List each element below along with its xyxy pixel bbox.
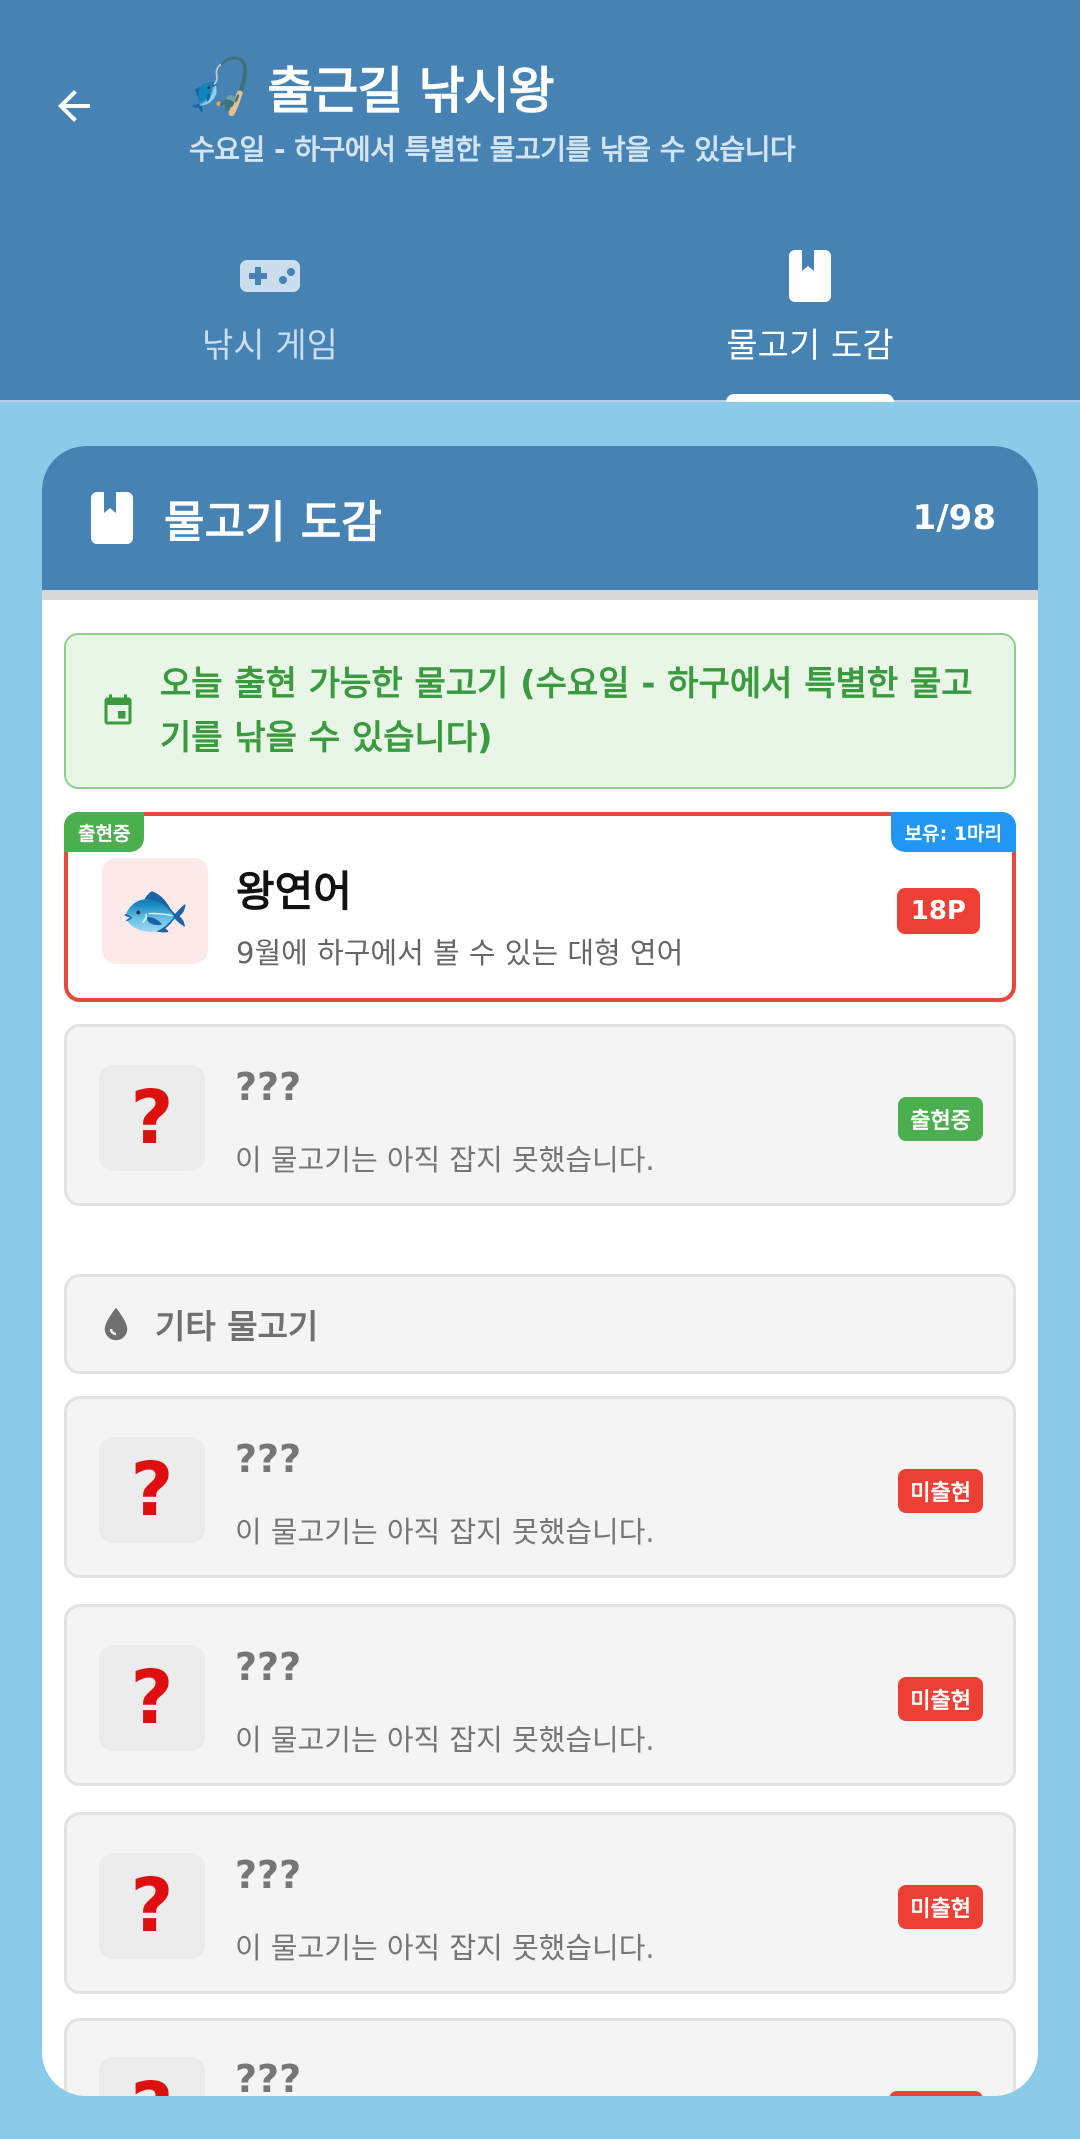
active-tab-indicator — [726, 394, 894, 402]
question-mark-icon: ? — [99, 1437, 205, 1543]
appearing-tag: 출현중 — [64, 812, 145, 852]
bookmark-icon — [788, 246, 832, 306]
fish-name: ??? — [235, 1437, 302, 1481]
water-drop-icon — [101, 1306, 131, 1342]
tab-fishing-game-label: 낚시 게임 — [202, 326, 338, 366]
fish-card-unknown[interactable]: ? ??? 이 물고기는 아직 잡지 못했습니다. 미출현 — [64, 1812, 1016, 1994]
arrow-left-icon — [58, 90, 90, 122]
status-badge: 미출현 — [898, 1885, 983, 1929]
app-header: 🎣 출근길 낚시왕 수요일 - 하구에서 특별한 물고기를 낚을 수 있습니다 … — [0, 0, 1080, 402]
dex-count: 1/98 — [912, 498, 996, 538]
tab-fish-dex[interactable]: 물고기 도감 — [540, 240, 1080, 402]
today-available-text: 오늘 출현 가능한 물고기 (수요일 - 하구에서 특별한 물고기를 낚을 수 … — [160, 664, 973, 758]
tab-fishing-game[interactable]: 낚시 게임 — [0, 240, 540, 402]
other-fish-section-header: 기타 물고기 — [64, 1274, 1016, 1374]
bookmark-icon — [90, 491, 134, 545]
status-badge: 미출현 — [898, 1469, 983, 1513]
fish-card-unknown[interactable]: ? ??? — [64, 2018, 1016, 2096]
owned-count-tag: 보유: 1마리 — [890, 812, 1016, 852]
fish-name: ??? — [235, 1065, 302, 1109]
gamepad-icon — [239, 246, 301, 306]
dex-title: 물고기 도감 — [164, 497, 382, 548]
fish-icon: 🐟 — [102, 858, 208, 964]
status-badge — [889, 2091, 983, 2096]
fish-description: 이 물고기는 아직 잡지 못했습니다. — [235, 1723, 655, 1757]
question-mark-icon: ? — [99, 1853, 205, 1959]
fish-card-unknown[interactable]: ? ??? 이 물고기는 아직 잡지 못했습니다. 출현중 — [64, 1024, 1016, 1206]
back-button[interactable] — [44, 76, 104, 136]
app-subtitle: 수요일 - 하구에서 특별한 물고기를 낚을 수 있습니다 — [189, 133, 796, 166]
fish-dex-card: 물고기 도감 1/98 오늘 출현 가능한 물고기 (수요일 - 하구에서 특별… — [42, 446, 1038, 2096]
fish-points-badge: 18P — [896, 888, 980, 934]
fish-description: 이 물고기는 아직 잡지 못했습니다. — [235, 1931, 655, 1965]
fish-card-unknown[interactable]: ? ??? 이 물고기는 아직 잡지 못했습니다. 미출현 — [64, 1396, 1016, 1578]
app-title-row: 🎣 출근길 낚시왕 — [186, 52, 555, 122]
fish-name: ??? — [235, 1645, 302, 1689]
today-available-banner: 오늘 출현 가능한 물고기 (수요일 - 하구에서 특별한 물고기를 낚을 수 … — [64, 633, 1016, 789]
fish-description: 이 물고기는 아직 잡지 못했습니다. — [235, 1143, 655, 1177]
other-fish-section-title: 기타 물고기 — [155, 1307, 319, 1346]
status-badge: 출현중 — [898, 1097, 983, 1141]
fish-description: 이 물고기는 아직 잡지 못했습니다. — [235, 1515, 655, 1549]
fish-description: 9월에 하구에서 볼 수 있는 대형 연어 — [236, 936, 684, 970]
fish-card-caught[interactable]: 출현중 보유: 1마리 🐟 왕연어 9월에 하구에서 볼 수 있는 대형 연어 … — [64, 812, 1016, 1002]
calendar-icon — [100, 692, 136, 730]
app-title: 출근길 낚시왕 — [267, 62, 554, 120]
fishing-pole-icon: 🎣 — [186, 55, 254, 118]
tab-fish-dex-label: 물고기 도감 — [726, 326, 894, 366]
question-mark-icon: ? — [99, 1065, 205, 1171]
fish-card-unknown[interactable]: ? ??? 이 물고기는 아직 잡지 못했습니다. 미출현 — [64, 1604, 1016, 1786]
status-badge: 미출현 — [898, 1677, 983, 1721]
dex-card-header: 물고기 도감 1/98 — [42, 446, 1038, 600]
fish-name: ??? — [235, 1853, 302, 1897]
fish-name: ??? — [235, 2057, 302, 2096]
fish-name: 왕연어 — [236, 867, 352, 916]
question-mark-icon: ? — [99, 1645, 205, 1751]
question-mark-icon: ? — [99, 2057, 205, 2096]
